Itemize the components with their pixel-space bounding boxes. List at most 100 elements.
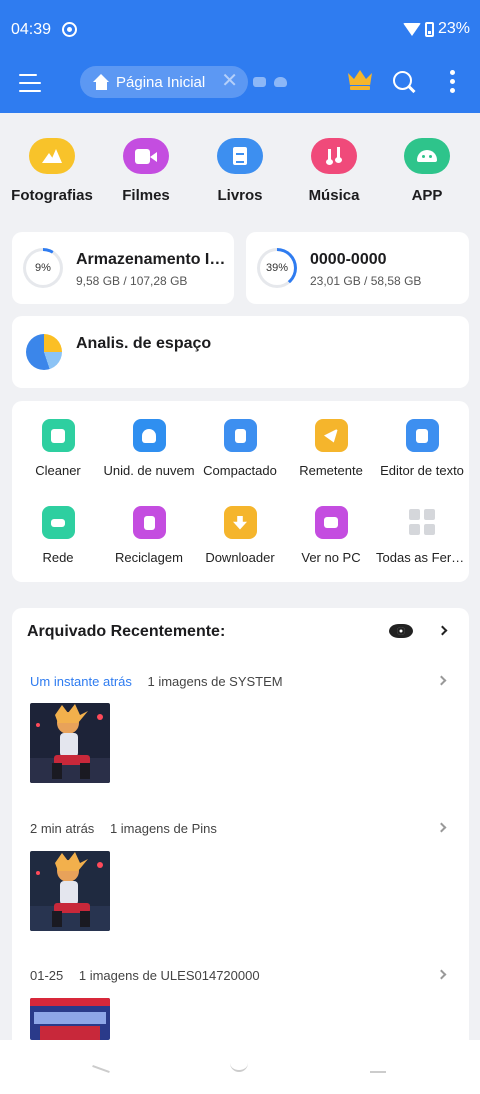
search-icon[interactable] bbox=[393, 71, 417, 95]
battery-icon bbox=[424, 21, 434, 37]
tool-label: Reciclagem bbox=[115, 550, 183, 565]
books-icon bbox=[217, 138, 263, 174]
monitor-icon bbox=[314, 506, 348, 539]
tools-card: Cleaner Unid. de nuvem Compactado Remete… bbox=[12, 401, 469, 582]
storage-usage-ring: 39% bbox=[257, 248, 297, 288]
storage-title: 0000-0000 bbox=[310, 251, 387, 268]
tool-label: Cleaner bbox=[35, 463, 81, 478]
category-label: Música bbox=[308, 187, 360, 204]
tool-label: Remetente bbox=[299, 463, 363, 478]
tool-downloader[interactable]: Downloader bbox=[194, 506, 286, 565]
storage-title: Armazenamento Interno bbox=[76, 251, 234, 268]
chevron-right-icon[interactable] bbox=[436, 969, 447, 980]
storage-usage: 23,01 GB / 58,58 GB bbox=[310, 274, 422, 288]
recents-icon[interactable] bbox=[370, 1071, 386, 1073]
tool-sender[interactable]: Remetente bbox=[285, 419, 377, 478]
recent-files-card: Arquivado Recentemente: Um instante atrá… bbox=[12, 608, 469, 1094]
tool-compressed[interactable]: Compactado bbox=[194, 419, 286, 478]
tool-recycle-bin[interactable]: Reciclagem bbox=[103, 506, 195, 565]
tool-label: Compactado bbox=[203, 463, 277, 478]
more-vert-icon[interactable] bbox=[450, 70, 456, 96]
category-apps[interactable]: APP bbox=[377, 138, 477, 204]
tool-label: Unid. de nuvem bbox=[103, 463, 195, 478]
tool-label: Downloader bbox=[205, 550, 275, 565]
chevron-right-icon[interactable] bbox=[436, 822, 447, 833]
tab-home[interactable]: Página Inicial ✕ bbox=[80, 66, 248, 98]
recent-group-time: 01-25 bbox=[30, 968, 64, 983]
analysis-title: Analis. de espaço bbox=[76, 335, 212, 352]
cloud-icon bbox=[274, 77, 287, 87]
recent-group-desc: 1 imagens de Pins bbox=[109, 821, 217, 836]
tab-close-icon[interactable]: ✕ bbox=[221, 71, 238, 91]
pie-chart-icon bbox=[26, 334, 62, 370]
image-thumbnail[interactable] bbox=[30, 998, 110, 1040]
storage-usage: 9,58 GB / 107,28 GB bbox=[76, 274, 188, 288]
recent-group-header[interactable]: 01-25 1 imagens de ULES014720000 bbox=[30, 968, 260, 983]
movies-icon bbox=[123, 138, 169, 174]
category-photos[interactable]: Fotografias bbox=[2, 138, 102, 204]
broom-icon bbox=[41, 419, 75, 452]
trash-icon bbox=[132, 506, 166, 539]
recent-group-desc: 1 imagens de SYSTEM bbox=[147, 674, 283, 689]
category-shortcuts: Fotografias Filmes Livros Música APP bbox=[0, 138, 480, 208]
back-icon[interactable] bbox=[92, 1064, 110, 1074]
image-thumbnail[interactable] bbox=[30, 703, 110, 783]
chevron-right-icon[interactable] bbox=[437, 625, 448, 636]
tool-label: Todas as Ferramentas bbox=[376, 550, 468, 565]
tool-view-on-pc[interactable]: Ver no PC bbox=[285, 506, 377, 565]
category-label: APP bbox=[411, 187, 443, 204]
storage-percent: 39% bbox=[260, 251, 294, 285]
category-label: Fotografias bbox=[11, 187, 93, 204]
category-label: Livros bbox=[217, 187, 263, 204]
wifi-icon bbox=[402, 22, 421, 36]
sync-icon bbox=[62, 22, 77, 37]
eye-icon[interactable] bbox=[389, 624, 413, 638]
recent-group-desc: 1 imagens de ULES014720000 bbox=[78, 968, 260, 983]
window-indicators[interactable] bbox=[253, 77, 287, 87]
recent-group-header[interactable]: Um instante atrás 1 imagens de SYSTEM bbox=[30, 674, 283, 689]
storage-sdcard-card[interactable]: 39% 0000-0000 23,01 GB / 58,58 GB bbox=[246, 232, 469, 304]
category-movies[interactable]: Filmes bbox=[96, 138, 196, 204]
storage-internal-card[interactable]: 9% Armazenamento Interno 9,58 GB / 107,2… bbox=[12, 232, 234, 304]
status-right: 23% bbox=[402, 20, 470, 38]
tool-label: Editor de texto bbox=[380, 463, 464, 478]
category-music[interactable]: Música bbox=[284, 138, 384, 204]
tool-cleaner[interactable]: Cleaner bbox=[12, 419, 104, 478]
home-icon bbox=[93, 74, 110, 90]
status-time: 04:39 bbox=[11, 21, 52, 38]
music-icon bbox=[311, 138, 357, 174]
tool-network[interactable]: Rede bbox=[12, 506, 104, 565]
recent-group-time: Um instante atrás bbox=[30, 674, 132, 689]
tool-label: Rede bbox=[42, 550, 74, 565]
crown-icon[interactable] bbox=[348, 70, 372, 92]
cloud-drive-icon bbox=[132, 419, 166, 452]
space-analysis-card[interactable]: Analis. de espaço bbox=[12, 316, 469, 388]
recent-group-header[interactable]: 2 min atrás 1 imagens de Pins bbox=[30, 821, 217, 836]
chat-icon bbox=[253, 77, 266, 87]
category-label: Filmes bbox=[122, 187, 170, 204]
image-thumbnail[interactable] bbox=[30, 851, 110, 931]
system-nav-bar bbox=[0, 1040, 480, 1094]
tool-cloud[interactable]: Unid. de nuvem bbox=[103, 419, 195, 478]
grid-icon bbox=[409, 509, 435, 535]
recent-title: Arquivado Recentemente: bbox=[27, 623, 226, 640]
menu-icon[interactable] bbox=[19, 72, 43, 94]
android-icon bbox=[404, 138, 450, 174]
send-icon bbox=[314, 419, 348, 452]
storage-percent: 9% bbox=[26, 251, 60, 285]
category-books[interactable]: Livros bbox=[190, 138, 290, 204]
app-bar: Página Inicial ✕ bbox=[0, 60, 480, 113]
tool-text-editor[interactable]: Editor de texto bbox=[376, 419, 468, 478]
download-icon bbox=[223, 506, 257, 539]
photos-icon bbox=[29, 138, 75, 174]
zip-icon bbox=[223, 419, 257, 452]
text-editor-icon bbox=[405, 419, 439, 452]
home-gesture-icon[interactable] bbox=[230, 1062, 248, 1072]
recent-group-time: 2 min atrás bbox=[30, 821, 95, 836]
battery-level: 23% bbox=[437, 20, 470, 37]
status-bar: 04:39 23% bbox=[0, 0, 480, 60]
chevron-right-icon[interactable] bbox=[436, 675, 447, 686]
tool-label: Ver no PC bbox=[301, 550, 361, 565]
router-icon bbox=[41, 506, 75, 539]
tool-all-tools[interactable]: Todas as Ferramentas bbox=[376, 506, 468, 565]
